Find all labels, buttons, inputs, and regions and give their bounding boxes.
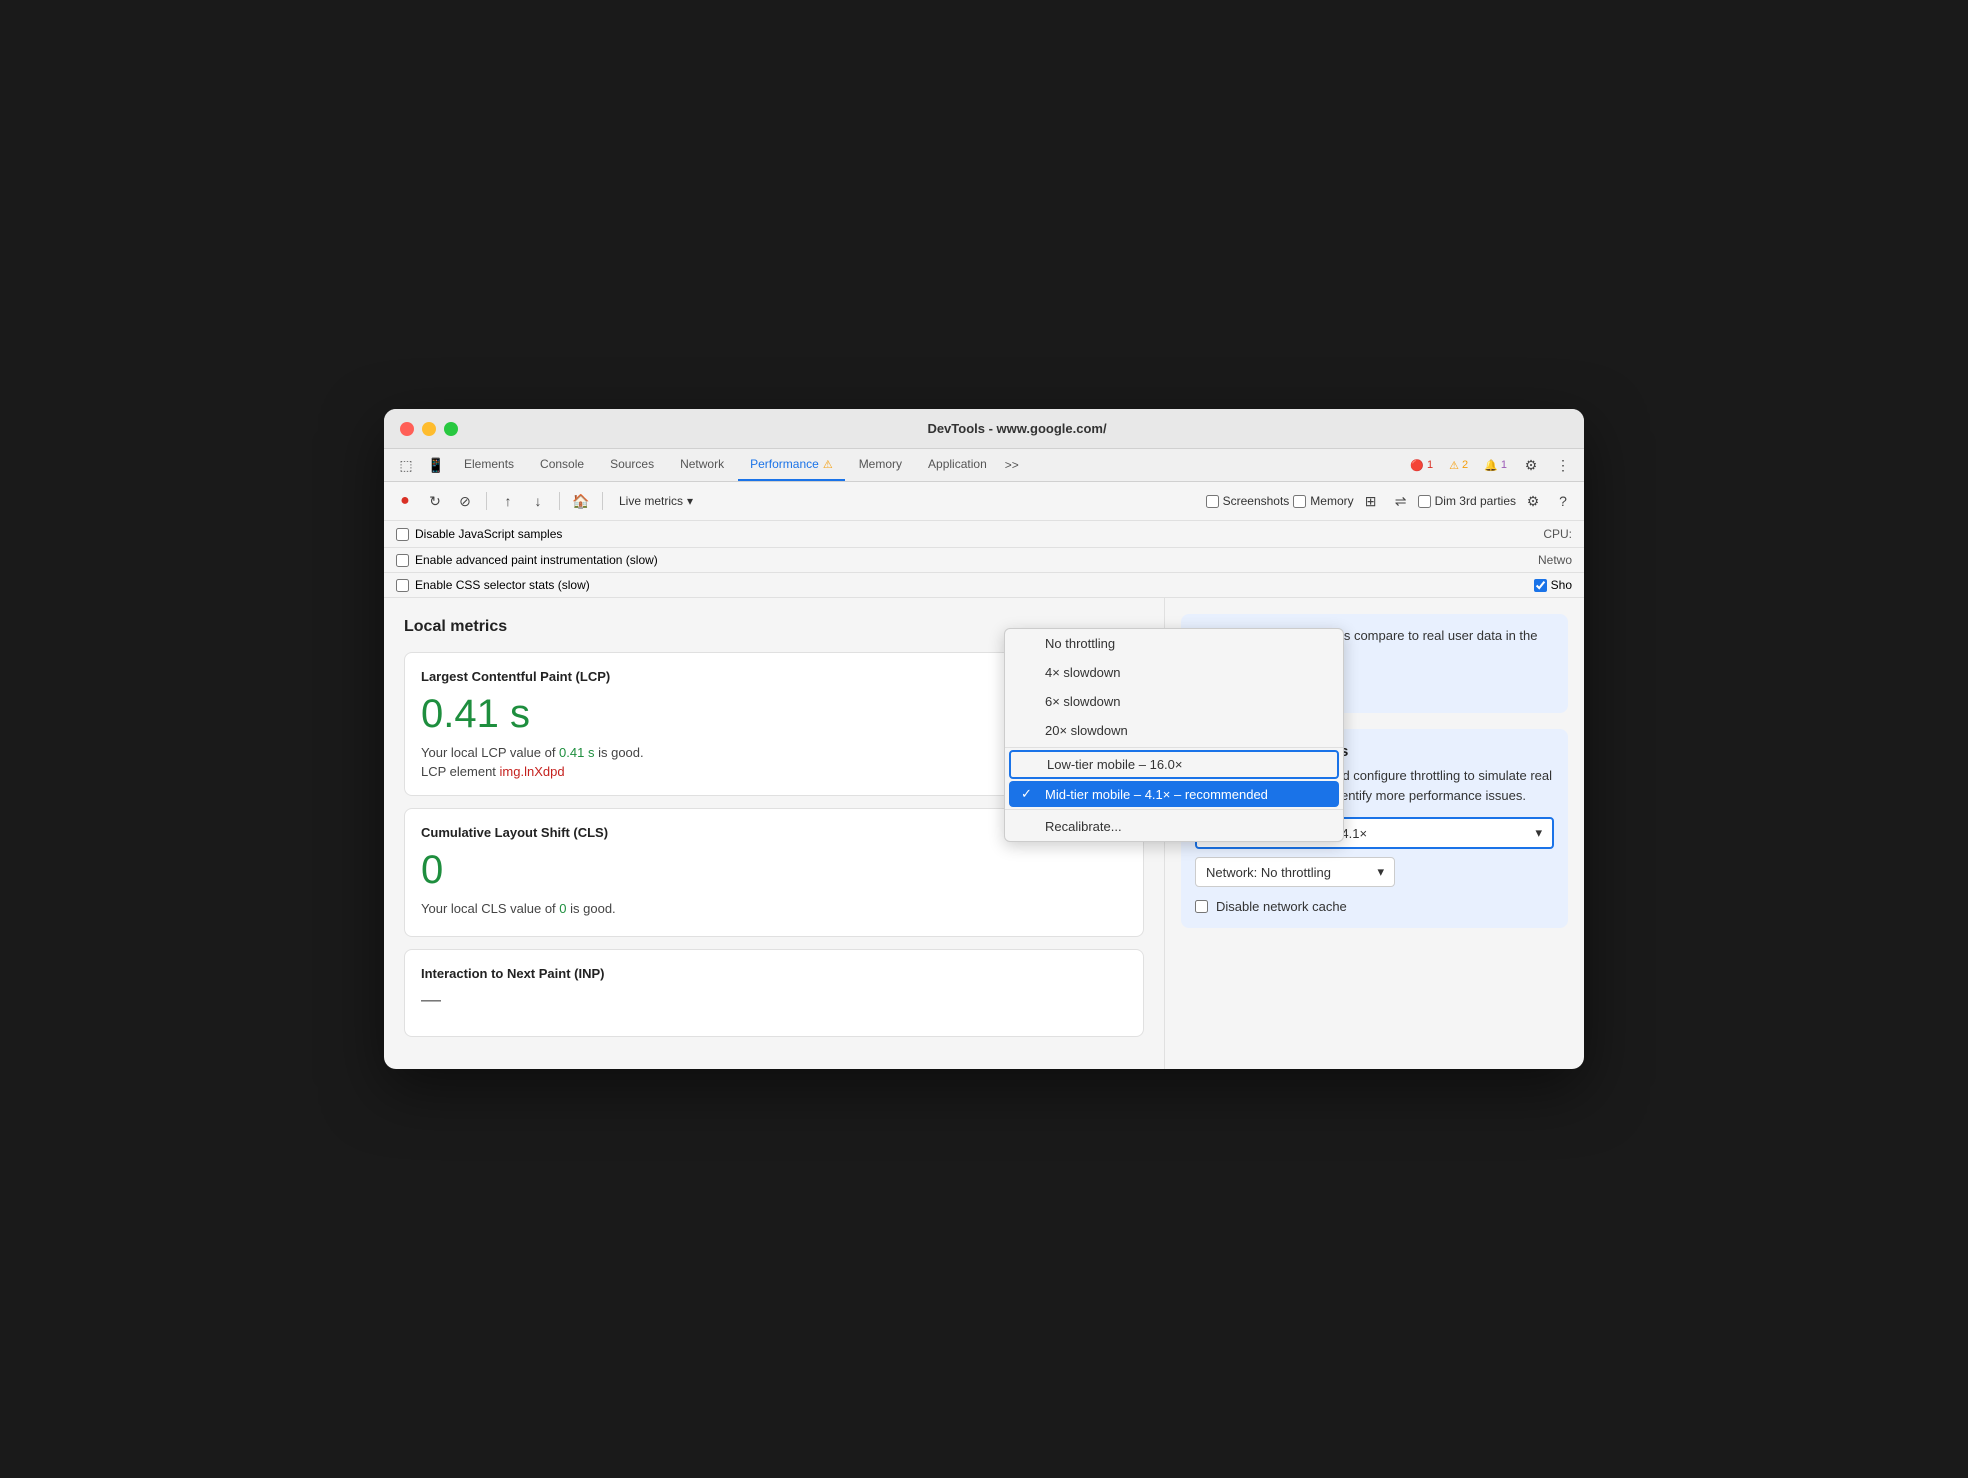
warning-badge[interactable]: ⚠ 2 bbox=[1444, 457, 1473, 474]
dropdown-item-6x[interactable]: 6× slowdown bbox=[1005, 687, 1343, 716]
memory-checkbox[interactable]: Memory bbox=[1293, 494, 1353, 508]
network-dropdown-arrow-icon: ▾ bbox=[1377, 864, 1384, 880]
tab-performance[interactable]: Performance ⚠ bbox=[738, 449, 845, 481]
show-checkbox[interactable] bbox=[1534, 579, 1547, 592]
window-title: DevTools - www.google.com/ bbox=[466, 421, 1568, 436]
options-bar: Disable JavaScript samples CPU: bbox=[384, 521, 1584, 548]
enable-paint-option[interactable]: Enable advanced paint instrumentation (s… bbox=[396, 553, 658, 567]
maximize-button[interactable] bbox=[444, 422, 458, 436]
clear-button[interactable]: ⊘ bbox=[452, 488, 478, 514]
inp-value: — bbox=[421, 989, 1127, 1012]
inp-card: Interaction to Next Paint (INP) — bbox=[404, 949, 1144, 1037]
dropdown-item-4x[interactable]: 4× slowdown bbox=[1005, 658, 1343, 687]
cls-desc: Your local CLS value of 0 is good. bbox=[421, 901, 1127, 916]
dropdown-arrow-icon: ▾ bbox=[687, 494, 693, 508]
dropdown-separator bbox=[1005, 747, 1343, 748]
tab-console[interactable]: Console bbox=[528, 449, 596, 481]
upload-icon[interactable]: ↑ bbox=[495, 488, 521, 514]
tab-application[interactable]: Application bbox=[916, 449, 999, 481]
options-bar-row2: Enable advanced paint instrumentation (s… bbox=[384, 548, 1584, 573]
enable-css-option[interactable]: Enable CSS selector stats (slow) bbox=[396, 578, 590, 592]
dropdown-item-20x[interactable]: 20× slowdown bbox=[1005, 716, 1343, 745]
screenshots-checkbox[interactable]: Screenshots bbox=[1206, 494, 1290, 508]
error-icon: 🔴 bbox=[1410, 459, 1424, 472]
cpu-dropdown-arrow-icon: ▾ bbox=[1535, 825, 1542, 841]
info-icon: 🔔 bbox=[1484, 459, 1498, 472]
disable-cache-label: Disable network cache bbox=[1216, 899, 1347, 914]
main-content: Local metrics Largest Contentful Paint (… bbox=[384, 598, 1584, 1069]
info-badge[interactable]: 🔔 1 bbox=[1479, 457, 1512, 474]
minimize-button[interactable] bbox=[422, 422, 436, 436]
toolbar-separator-3 bbox=[602, 492, 603, 510]
inp-title: Interaction to Next Paint (INP) bbox=[421, 966, 1127, 981]
more-options-icon[interactable]: ⋮ bbox=[1550, 452, 1576, 478]
disable-cache-checkbox[interactable] bbox=[1195, 900, 1208, 913]
enable-css-checkbox[interactable] bbox=[396, 579, 409, 592]
dropdown-item-no-throttling[interactable]: No throttling bbox=[1005, 629, 1343, 658]
tab-memory[interactable]: Memory bbox=[847, 449, 914, 481]
network-conditions-icon[interactable]: ⊞ bbox=[1358, 488, 1384, 514]
dim-3rd-parties-checkbox[interactable]: Dim 3rd parties bbox=[1418, 494, 1516, 508]
dropdown-item-mid-tier[interactable]: ✓ Mid-tier mobile – 4.1× – recommended bbox=[1009, 781, 1339, 807]
close-button[interactable] bbox=[400, 422, 414, 436]
home-icon[interactable]: 🏠 bbox=[568, 488, 594, 514]
live-metrics-dropdown[interactable]: Live metrics ▾ bbox=[611, 491, 701, 511]
record-button[interactable]: ● bbox=[392, 488, 418, 514]
titlebar: DevTools - www.google.com/ bbox=[384, 409, 1584, 449]
options-bar-row3: Enable CSS selector stats (slow) Sho bbox=[384, 573, 1584, 598]
cpu-dropdown-overlay: No throttling 4× slowdown 6× slowdown 20… bbox=[1004, 628, 1344, 842]
performance-warning-icon: ⚠ bbox=[823, 458, 833, 471]
gear-icon[interactable]: ⚙ bbox=[1520, 488, 1546, 514]
toolbar-separator-1 bbox=[486, 492, 487, 510]
device-toolbar-icon[interactable]: 📱 bbox=[422, 451, 450, 479]
dropdown-item-recalibrate[interactable]: Recalibrate... bbox=[1005, 812, 1343, 841]
tab-elements[interactable]: Elements bbox=[452, 449, 526, 481]
tabs-right-badges: 🔴 1 ⚠ 2 🔔 1 ⚙ ⋮ bbox=[1405, 452, 1576, 478]
more-tabs-icon[interactable]: >> bbox=[1001, 450, 1023, 480]
reload-button[interactable]: ↻ bbox=[422, 488, 448, 514]
disable-js-checkbox[interactable] bbox=[396, 528, 409, 541]
error-badge[interactable]: 🔴 1 bbox=[1405, 457, 1438, 474]
tab-sources[interactable]: Sources bbox=[598, 449, 666, 481]
disable-js-option[interactable]: Disable JavaScript samples bbox=[396, 527, 562, 541]
tabs-bar: ⬚ 📱 Elements Console Sources Network Per… bbox=[384, 449, 1584, 482]
dropdown-separator-2 bbox=[1005, 809, 1343, 810]
cls-value: 0 bbox=[421, 848, 1127, 893]
dropdown-item-low-tier[interactable]: Low-tier mobile – 16.0× bbox=[1009, 750, 1339, 779]
network-throttle-select[interactable]: Network: No throttling ▾ bbox=[1195, 857, 1395, 887]
warning-icon: ⚠ bbox=[1449, 459, 1459, 472]
throttle-icon[interactable]: ⇌ bbox=[1388, 488, 1414, 514]
help-icon[interactable]: ? bbox=[1550, 488, 1576, 514]
download-icon[interactable]: ↓ bbox=[525, 488, 551, 514]
toolbar-separator-2 bbox=[559, 492, 560, 510]
disable-cache-row: Disable network cache bbox=[1195, 899, 1554, 914]
enable-paint-checkbox[interactable] bbox=[396, 554, 409, 567]
devtools-window: DevTools - www.google.com/ ⬚ 📱 Elements … bbox=[384, 409, 1584, 1069]
element-picker-icon[interactable]: ⬚ bbox=[392, 451, 420, 479]
settings-icon[interactable]: ⚙ bbox=[1518, 452, 1544, 478]
tab-network[interactable]: Network bbox=[668, 449, 736, 481]
performance-toolbar: ● ↻ ⊘ ↑ ↓ 🏠 Live metrics ▾ Screenshots M… bbox=[384, 482, 1584, 521]
